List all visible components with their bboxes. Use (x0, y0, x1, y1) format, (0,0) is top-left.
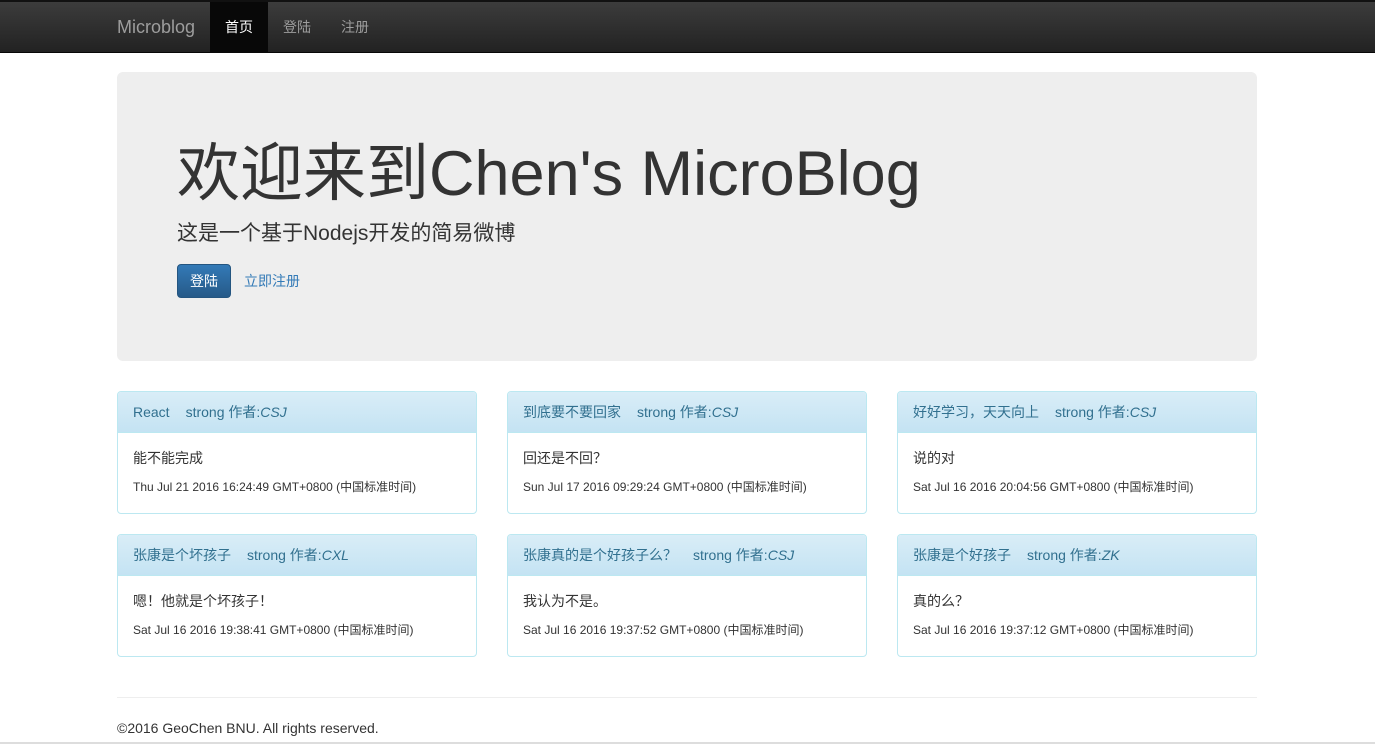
post-title[interactable]: 张康真的是个好孩子么？ (523, 547, 677, 563)
post-body: 真的么？ Sat Jul 16 2016 19:37:12 GMT+0800 (… (898, 576, 1256, 638)
post-body: 嗯！他就是个坏孩子！ Sat Jul 16 2016 19:38:41 GMT+… (118, 576, 476, 638)
post-content: 说的对 (913, 450, 955, 466)
post-content: 真的么？ (913, 593, 969, 609)
footer-copyright: ©2016 GeoChen BNU. All rights reserved. (117, 720, 379, 736)
post-author: CSJ (260, 404, 287, 420)
post-heading: 张康是个好孩子 strong 作者:ZK (898, 535, 1256, 576)
post-body: 我认为不是。 Sat Jul 16 2016 19:37:52 GMT+0800… (508, 576, 866, 638)
post-author: CXL (321, 547, 349, 563)
nav-item-register[interactable]: 注册 (326, 2, 384, 53)
post-timestamp: Sat Jul 16 2016 19:37:12 GMT+0800 (中国标准时… (913, 623, 1194, 637)
post-title[interactable]: 张康是个坏孩子 (133, 547, 231, 563)
jumbotron: 欢迎来到Chen's MicroBlog 这是一个基于Nodejs开发的简易微博… (117, 72, 1257, 361)
post-timestamp: Sat Jul 16 2016 19:38:41 GMT+0800 (中国标准时… (133, 623, 414, 637)
post-content: 嗯！他就是个坏孩子！ (133, 593, 273, 609)
post-title[interactable]: React (133, 404, 170, 420)
post-heading: 张康真的是个好孩子么？ strong 作者:CSJ (508, 535, 866, 576)
brand-link[interactable]: Microblog (117, 2, 195, 53)
post-timestamp: Thu Jul 21 2016 16:24:49 GMT+0800 (中国标准时… (133, 480, 417, 494)
post-heading: 好好学习，天天向上 strong 作者:CSJ (898, 392, 1256, 433)
post-author: CSJ (711, 404, 739, 420)
post-body: 能不能完成 Thu Jul 21 2016 16:24:49 GMT+0800 … (118, 433, 476, 495)
post-author-label: strong 作者: (1027, 547, 1102, 563)
post-author-label: strong 作者: (247, 547, 322, 563)
post-content: 回还是不回？ (523, 450, 607, 466)
post-card: 张康真的是个好孩子么？ strong 作者:CSJ 我认为不是。 Sat Jul … (507, 534, 867, 657)
post-author-label: strong 作者: (637, 404, 712, 420)
post-card: 张康是个坏孩子 strong 作者:CXL 嗯！他就是个坏孩子！ Sat Jul … (117, 534, 477, 657)
post-card: 张康是个好孩子 strong 作者:ZK 真的么？ Sat Jul 16 2016… (897, 534, 1257, 657)
post-author-label: strong 作者: (693, 547, 768, 563)
login-button[interactable]: 登陆 (177, 264, 231, 298)
page-subtitle: 这是一个基于Nodejs开发的简易微博 (177, 222, 516, 245)
nav-item-home[interactable]: 首页 (210, 2, 268, 53)
page-title: 欢迎来到Chen's MicroBlog (177, 139, 921, 209)
post-timestamp: Sat Jul 16 2016 19:37:52 GMT+0800 (中国标准时… (523, 623, 804, 637)
post-author-label: strong 作者: (1055, 404, 1130, 420)
post-card: 到底要不要回家 strong 作者:CSJ 回还是不回？ Sun Jul 17 2… (507, 391, 867, 514)
post-title[interactable]: 到底要不要回家 (523, 404, 621, 420)
navbar: Microblog 首页 登陆 注册 (0, 0, 1375, 53)
post-heading: React strong 作者:CSJ (118, 392, 476, 433)
post-title[interactable]: 张康是个好孩子 (913, 547, 1011, 563)
post-content: 能不能完成 (133, 450, 203, 466)
post-body: 回还是不回？ Sun Jul 17 2016 09:29:24 GMT+0800… (508, 433, 866, 495)
nav-item-login[interactable]: 登陆 (268, 2, 326, 53)
post-author-label: strong 作者: (185, 404, 261, 420)
post-heading: 到底要不要回家 strong 作者:CSJ (508, 392, 866, 433)
post-timestamp: Sat Jul 16 2016 20:04:56 GMT+0800 (中国标准时… (913, 480, 1194, 494)
post-card: React strong 作者:CSJ 能不能完成 Thu Jul 21 2016… (117, 391, 477, 514)
post-author: CSJ (767, 547, 795, 563)
post-card: 好好学习，天天向上 strong 作者:CSJ 说的对 Sat Jul 16 20… (897, 391, 1257, 514)
register-link[interactable]: 立即注册 (244, 264, 300, 298)
post-author: ZK (1101, 547, 1120, 563)
post-author: CSJ (1129, 404, 1157, 420)
post-heading: 张康是个坏孩子 strong 作者:CXL (118, 535, 476, 576)
footer-divider (117, 697, 1257, 698)
post-title[interactable]: 好好学习，天天向上 (913, 404, 1039, 420)
post-timestamp: Sun Jul 17 2016 09:29:24 GMT+0800 (中国标准时… (523, 480, 807, 494)
post-body: 说的对 Sat Jul 16 2016 20:04:56 GMT+0800 (中… (898, 433, 1256, 495)
post-content: 我认为不是。 (523, 593, 607, 609)
